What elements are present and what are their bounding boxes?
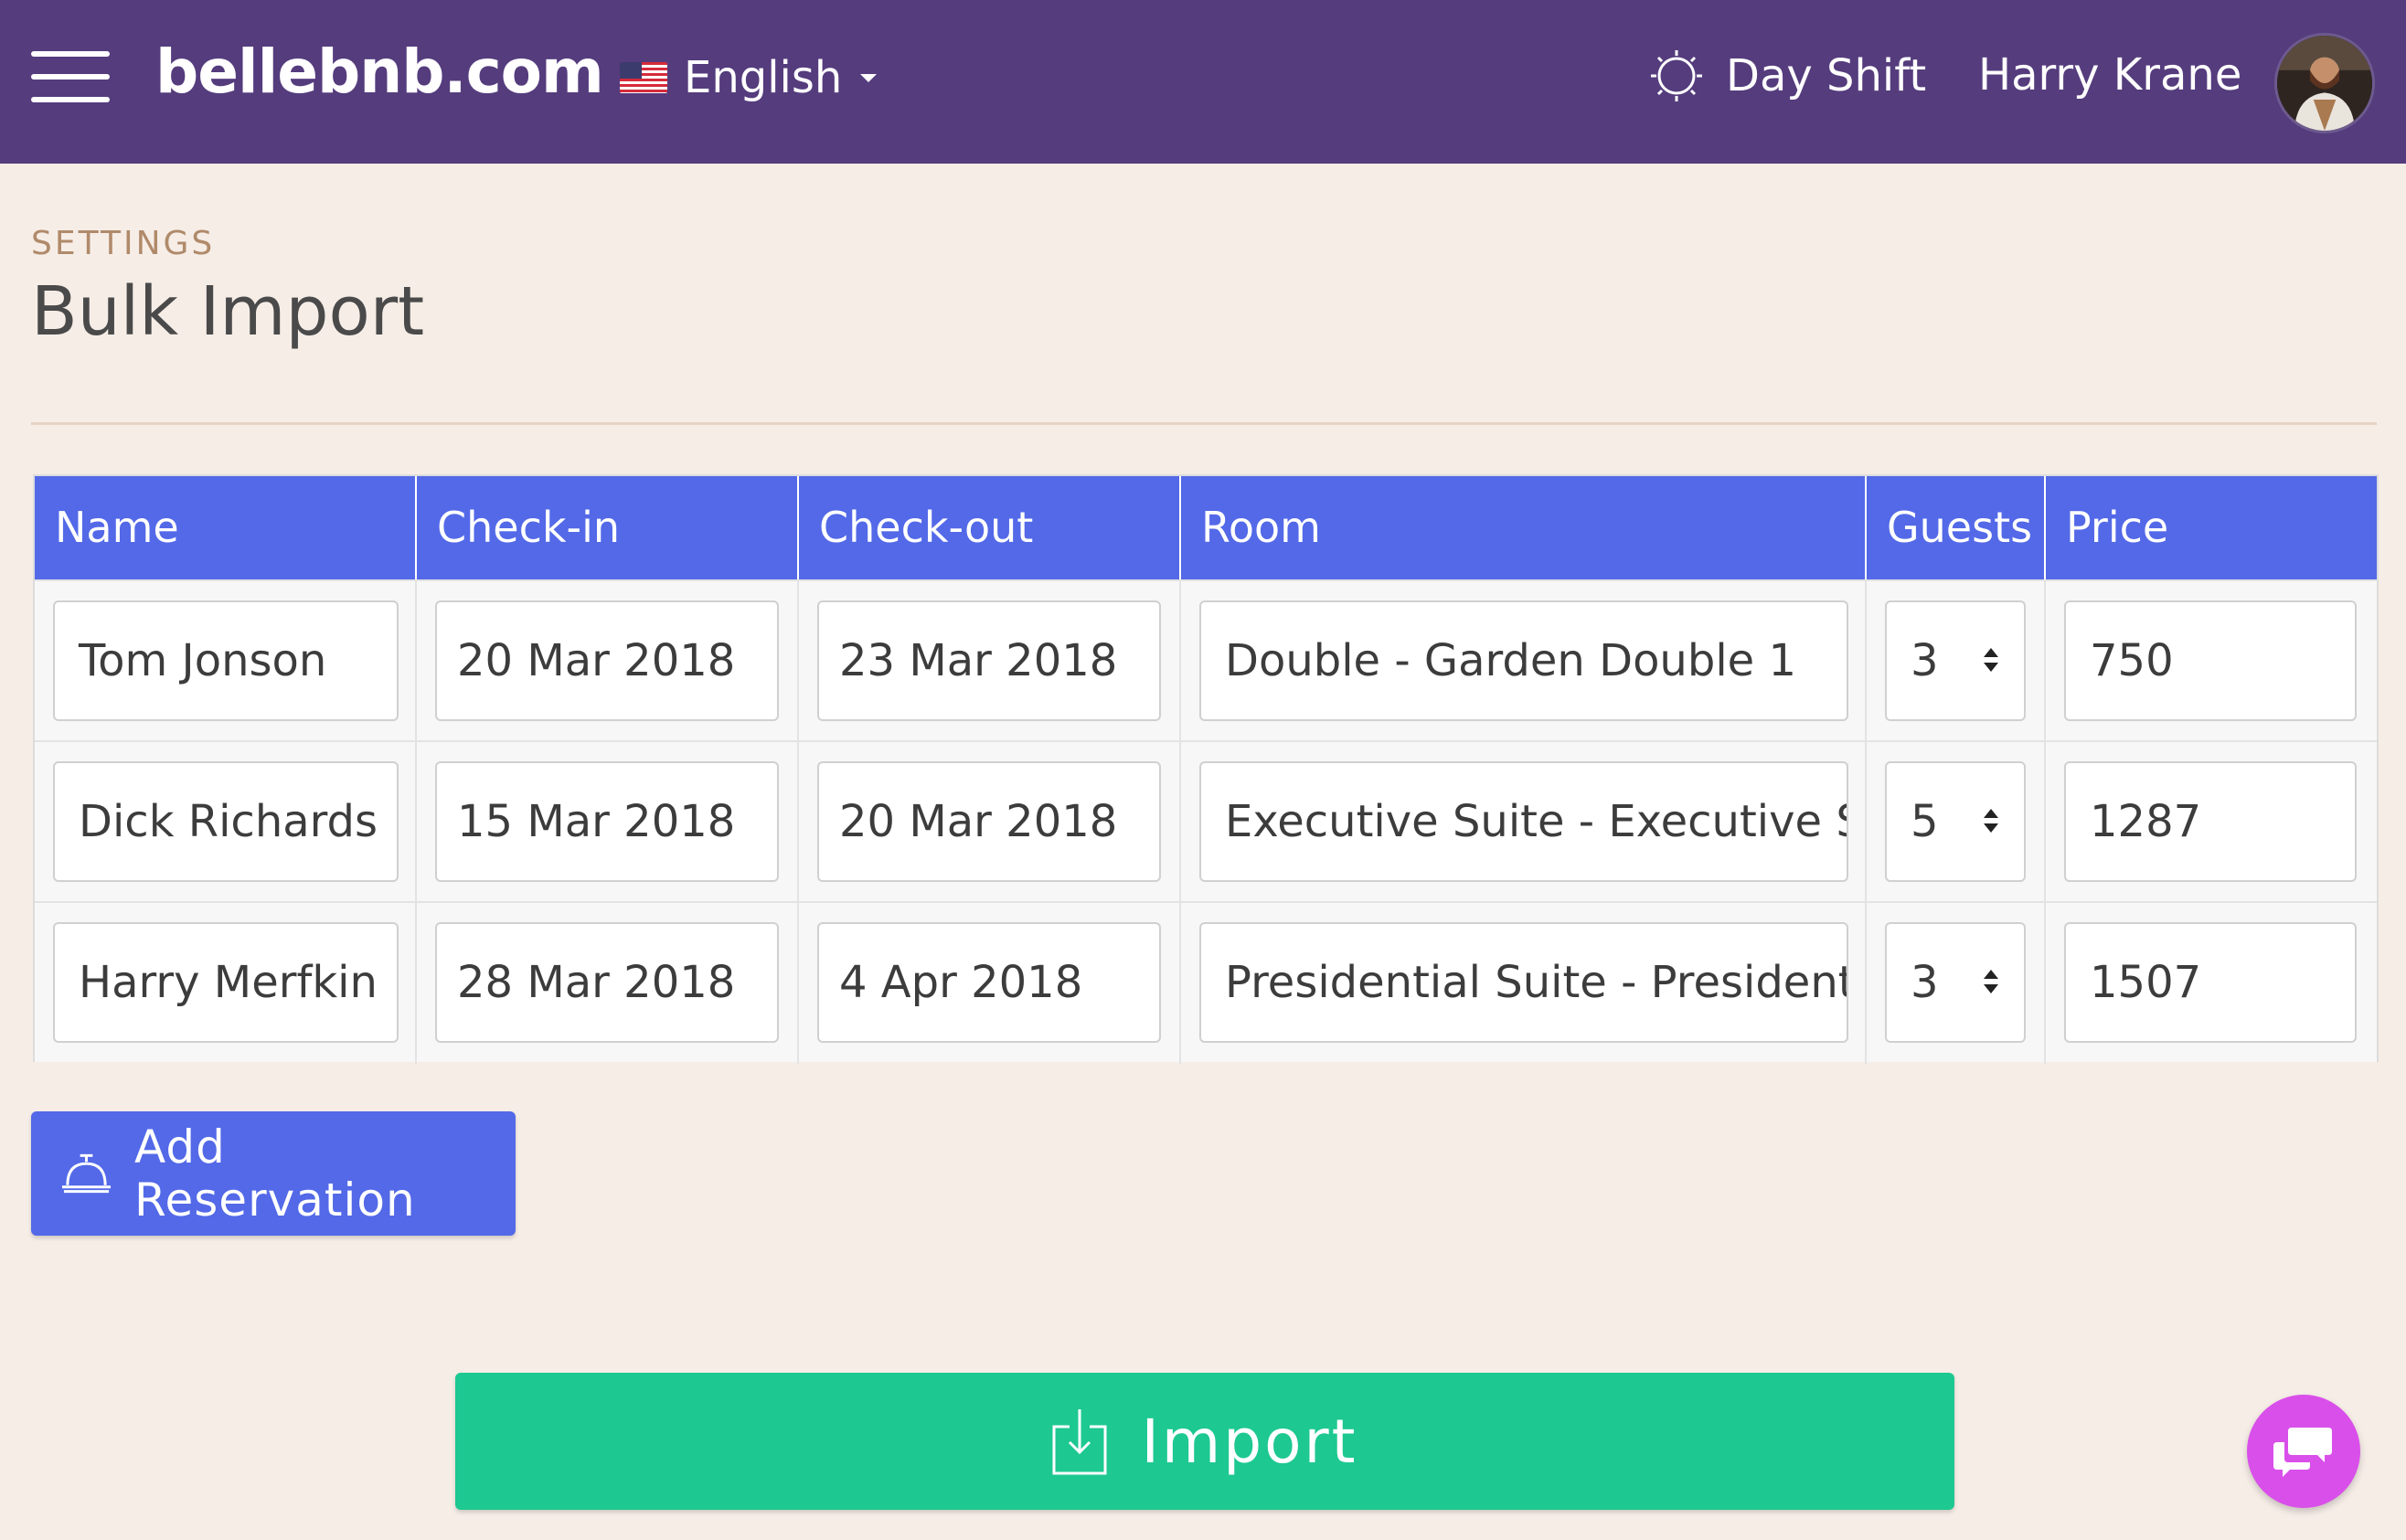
table-header: Name Check-in Check-out Room Guests Pric… [35,476,2377,579]
checkout-field[interactable]: 20 Mar 2018 [817,761,1161,882]
table-row: Dick Richards 15 Mar 2018 20 Mar 2018 Ex… [35,740,2377,903]
column-header-checkin: Check-in [415,476,797,579]
guests-stepper[interactable]: 5 [1885,761,2026,882]
user-avatar[interactable] [2274,33,2375,133]
column-header-price: Price [2044,476,2377,579]
guests-value: 3 [1911,635,1939,686]
import-button[interactable]: Import [455,1373,1954,1510]
price-field[interactable]: 1287 [2064,761,2357,882]
name-field[interactable]: Tom Jonson [53,600,399,721]
hamburger-menu-icon[interactable] [31,49,110,104]
service-bell-icon [61,1153,112,1194]
chevron-down-icon [860,73,878,82]
avatar-image [2277,36,2372,131]
add-reservation-label: Add Reservation [134,1120,416,1227]
checkin-field[interactable]: 15 Mar 2018 [435,761,779,882]
import-label: Import [1141,1406,1358,1477]
name-field[interactable]: Harry Merfkin [53,922,399,1043]
guests-value: 3 [1911,957,1939,1008]
name-field[interactable]: Dick Richards [53,761,399,882]
guests-stepper[interactable]: 3 [1885,922,2026,1043]
header-divider [31,422,2377,425]
guests-stepper[interactable]: 3 [1885,600,2026,721]
stepper-arrows-icon[interactable] [1984,809,1998,836]
column-header-checkout: Check-out [797,476,1179,579]
sun-icon [1651,50,1702,101]
room-field[interactable]: Presidential Suite - Presidential [1199,922,1848,1043]
column-header-room: Room [1179,476,1865,579]
room-field[interactable]: Double - Garden Double 1 [1199,600,1848,721]
checkout-field[interactable]: 23 Mar 2018 [817,600,1161,721]
breadcrumb: SETTINGS [31,225,216,262]
table-row: Harry Merfkin 28 Mar 2018 4 Apr 2018 Pre… [35,901,2377,1064]
chat-bubbles-icon [2273,1428,2332,1477]
shift-selector[interactable]: Day Shift [1649,44,1926,108]
guests-value: 5 [1911,796,1939,847]
add-reservation-button[interactable]: Add Reservation [31,1111,516,1236]
room-field[interactable]: Executive Suite - Executive Suite [1199,761,1848,882]
price-field[interactable]: 1507 [2064,922,2357,1043]
checkin-field[interactable]: 28 Mar 2018 [435,922,779,1043]
column-header-name: Name [55,503,179,552]
checkout-field[interactable]: 4 Apr 2018 [817,922,1161,1043]
page-title: Bulk Import [31,272,425,351]
chat-button[interactable] [2247,1395,2360,1508]
download-tray-icon [1052,1409,1107,1475]
table-row: Tom Jonson 20 Mar 2018 23 Mar 2018 Doubl… [35,579,2377,742]
user-name[interactable]: Harry Krane [1978,49,2241,101]
top-navbar: bellebnb.com English Day Shift Harry Kra… [0,0,2406,164]
shift-label: Day Shift [1726,50,1927,101]
language-selector[interactable]: English [620,46,878,110]
site-logo[interactable]: bellebnb.com [155,37,604,107]
stepper-arrows-icon[interactable] [1984,970,1998,997]
checkin-field[interactable]: 20 Mar 2018 [435,600,779,721]
bulk-import-table: Name Check-in Check-out Room Guests Pric… [33,474,2379,1064]
us-flag-icon [620,62,667,93]
price-field[interactable]: 750 [2064,600,2357,721]
stepper-arrows-icon[interactable] [1984,648,1998,675]
column-header-guests: Guests [1865,476,2044,579]
language-label: English [684,52,843,103]
